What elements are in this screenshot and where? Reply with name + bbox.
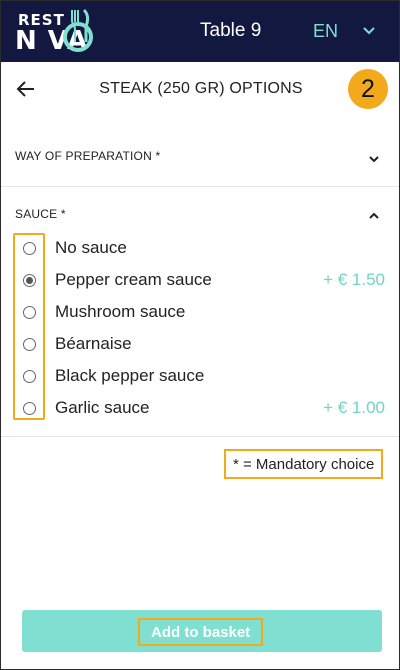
section-sauce[interactable]: SAUCE * <box>1 196 399 236</box>
quantity-badge: 2 <box>348 69 388 109</box>
table-number: Table 9 <box>200 20 262 41</box>
divider <box>1 186 399 187</box>
restnova-logo[interactable]: REST N VA <box>15 8 145 56</box>
option-garlic-sauce[interactable]: Garlic sauce + € 1.00 <box>1 393 399 425</box>
option-label: Béarnaise <box>55 334 132 353</box>
option-label: Black pepper sauce <box>55 366 205 385</box>
language-selector[interactable]: EN <box>313 21 338 42</box>
page-title: STEAK (250 GR) OPTIONS <box>99 80 303 97</box>
option-no-sauce[interactable]: No sauce <box>1 233 399 265</box>
option-label: Garlic sauce <box>55 398 150 417</box>
add-to-basket-label[interactable]: Add to basket <box>138 618 264 646</box>
header-bar: REST N VA Table 9 EN <box>1 1 399 62</box>
option-pepper-cream-sauce[interactable]: Pepper cream sauce + € 1.50 <box>1 265 399 297</box>
option-label: No sauce <box>55 238 127 257</box>
chevron-down-icon <box>369 156 379 163</box>
radio-button-selected[interactable] <box>23 274 36 287</box>
fork-knife-logo-icon <box>63 8 93 52</box>
radio-button[interactable] <box>23 402 36 415</box>
option-mushroom-sauce[interactable]: Mushroom sauce <box>1 297 399 329</box>
chevron-down-icon[interactable] <box>361 23 377 39</box>
option-label: Mushroom sauce <box>55 302 186 321</box>
radio-button[interactable] <box>23 306 36 319</box>
radio-button[interactable] <box>23 370 36 383</box>
divider <box>1 436 399 437</box>
chevron-up-icon <box>369 212 379 219</box>
radio-button[interactable] <box>23 242 36 255</box>
option-price: + € 1.00 <box>323 398 385 417</box>
mandatory-choice-note: * = Mandatory choice <box>224 449 384 479</box>
option-bearnaise[interactable]: Béarnaise <box>1 329 399 361</box>
arrow-left-icon[interactable] <box>15 78 37 100</box>
section-label: SAUCE * <box>15 207 66 221</box>
option-label: Pepper cream sauce <box>55 270 212 289</box>
section-way-of-preparation[interactable]: WAY OF PREPARATION * <box>1 137 399 177</box>
app-frame: REST N VA Table 9 EN STEAK (250 GR) OPTI… <box>0 0 400 670</box>
option-black-pepper-sauce[interactable]: Black pepper sauce <box>1 361 399 393</box>
radio-button[interactable] <box>23 338 36 351</box>
section-label: WAY OF PREPARATION * <box>15 149 161 163</box>
option-price: + € 1.50 <box>323 270 385 289</box>
